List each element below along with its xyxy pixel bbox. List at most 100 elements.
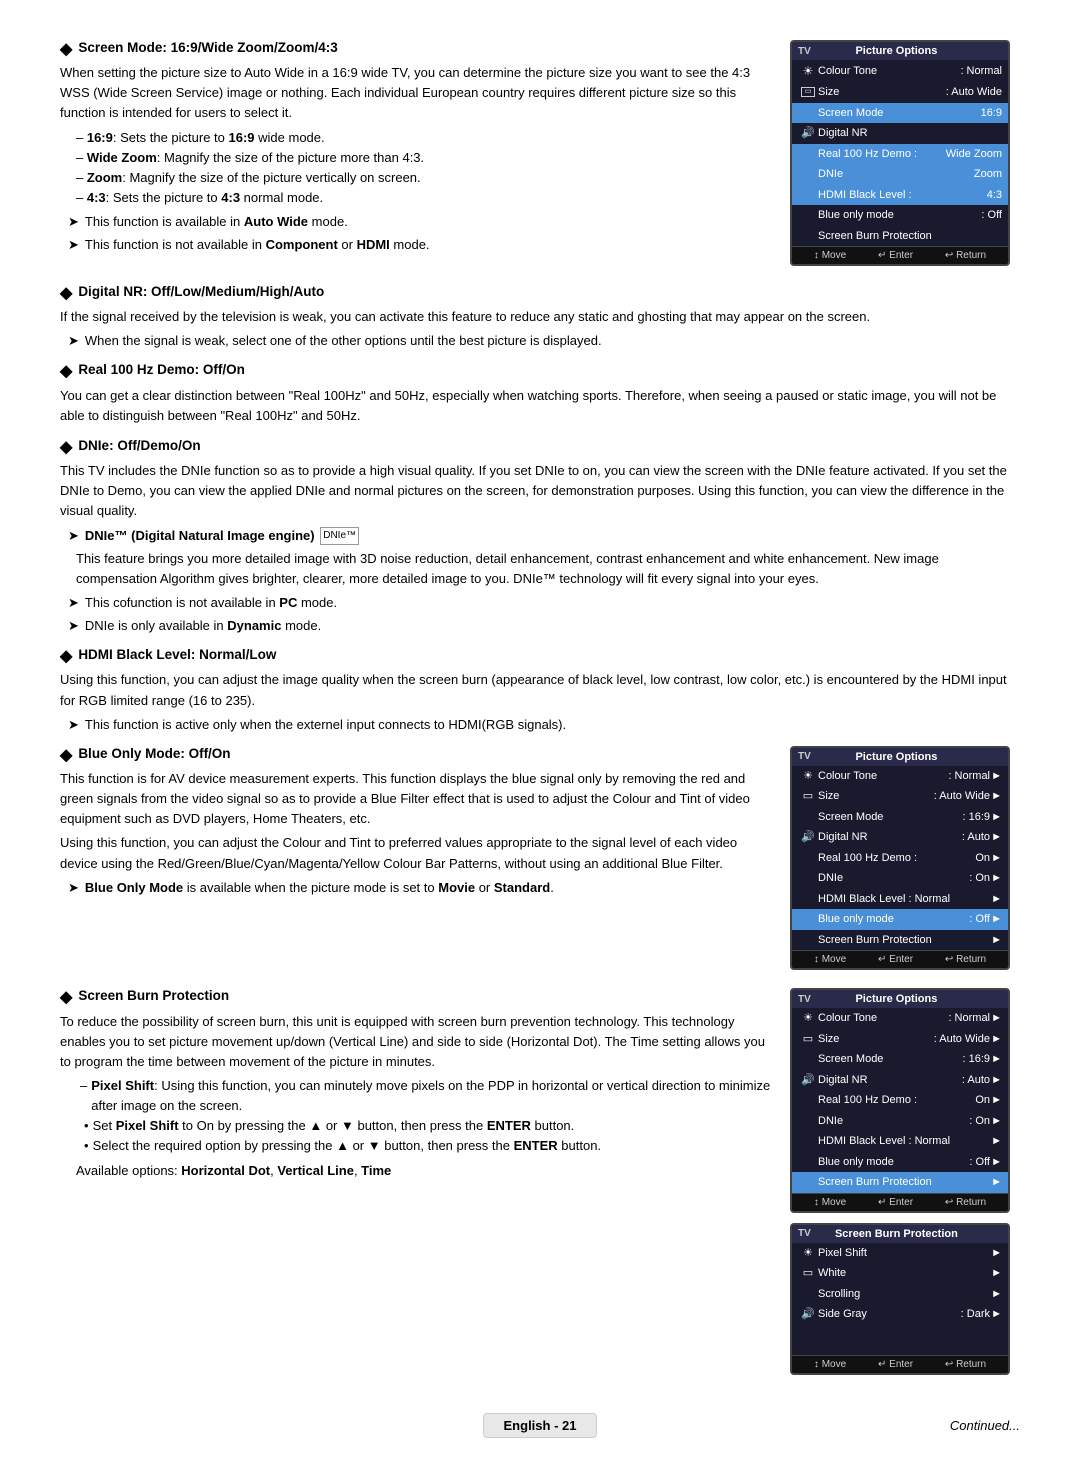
tv-panel-header-3: TV Picture Options	[792, 990, 1008, 1008]
tv-panel-footer-2: ↕ Move ↵ Enter ↩ Return	[792, 950, 1008, 968]
real-100hz-para: You can get a clear distinction between …	[60, 386, 1020, 426]
dnie-sub-heading-row: ➤ DNIe™ (Digital Natural Image engine) D…	[68, 526, 1020, 546]
english-badge: English - 21	[483, 1413, 598, 1438]
continued-label: Continued...	[950, 1418, 1020, 1433]
tv-osd-panel-3: TV Picture Options ☀ Colour Tone : Norma…	[790, 988, 1010, 1213]
page-bottom: English - 21 Continued...	[60, 1413, 1020, 1438]
note-2: ➤ This function is not available in Comp…	[68, 235, 774, 255]
tv-row: ▭ Size : Auto Wide	[792, 82, 1008, 103]
tv-row: DNIe : On ►	[792, 1111, 1008, 1132]
note-1: ➤ This function is available in Auto Wid…	[68, 212, 774, 232]
blue-only-text: ◆ Blue Only Mode: Off/On This function i…	[60, 746, 774, 901]
blue-only-para-1: This function is for AV device measureme…	[60, 769, 774, 829]
screen-burn-text: ◆ Screen Burn Protection To reduce the p…	[60, 988, 774, 1184]
tv-row: Screen Mode : 16:9 ►	[792, 1049, 1008, 1070]
hdmi-black-para: Using this function, you can adjust the …	[60, 670, 1020, 710]
tv-panel-header-4: TV Screen Burn Protection	[792, 1225, 1008, 1243]
tv-row: ☀ Colour Tone : Normal	[792, 60, 1008, 82]
tv-row-highlighted-3: Screen Burn Protection ►	[792, 1172, 1008, 1193]
tv-row: HDMI Black Level : Normal ►	[792, 889, 1008, 910]
tv-row-highlighted: DNIe Zoom	[792, 164, 1008, 185]
tv-panel-footer-3: ↕ Move ↵ Enter ↩ Return	[792, 1193, 1008, 1211]
screen-mode-para: When setting the picture size to Auto Wi…	[60, 63, 774, 123]
tv-row: Real 100 Hz Demo : On ►	[792, 848, 1008, 869]
dnie-section: ◆ DNIe: Off/Demo/On This TV includes the…	[60, 438, 1020, 639]
real-100hz-section: ◆ Real 100 Hz Demo: Off/On You can get a…	[60, 362, 1020, 429]
tv-row: ▭ White ►	[792, 1263, 1008, 1284]
real-100hz-heading: ◆ Real 100 Hz Demo: Off/On	[60, 362, 1020, 381]
tv-panel-footer: ↕ Move ↵ Enter ↩ Return	[792, 246, 1008, 264]
dnie-badge: DNIe™	[320, 527, 359, 545]
hdmi-black-section: ◆ HDMI Black Level: Normal/Low Using thi…	[60, 647, 1020, 738]
list-item: – 4:3: Sets the picture to 4:3 normal mo…	[76, 188, 774, 208]
dnie-para: This TV includes the DNIe function so as…	[60, 461, 1020, 521]
nr-icon-2: 🔊	[801, 829, 815, 846]
screen-mode-section: ◆ Screen Mode: 16:9/Wide Zoom/Zoom/4:3 W…	[60, 40, 1020, 274]
tv-row: Scrolling ►	[792, 1284, 1008, 1305]
size-icon-4: ▭	[803, 1265, 813, 1282]
tv-row: ▭ Size : Auto Wide ►	[792, 1029, 1008, 1050]
tv-row: ▭ Size : Auto Wide ►	[792, 786, 1008, 807]
tv-row: ☀ Colour Tone : Normal ►	[792, 766, 1008, 787]
dot-item-1: • Set Pixel Shift to On by pressing the …	[84, 1116, 774, 1136]
nr-icon: 🔊	[801, 125, 815, 142]
note-7: ➤ Blue Only Mode is available when the p…	[68, 878, 774, 898]
note-3: ➤ When the signal is weak, select one of…	[68, 331, 1020, 351]
screen-burn-heading: ◆ Screen Burn Protection	[60, 988, 774, 1007]
digital-nr-section: ◆ Digital NR: Off/Low/Medium/High/Auto I…	[60, 284, 1020, 354]
note-6: ➤ This function is active only when the …	[68, 715, 1020, 735]
tv-osd-panel-4: TV Screen Burn Protection ☀ Pixel Shift …	[790, 1223, 1010, 1375]
screen-burn-section: ◆ Screen Burn Protection To reduce the p…	[60, 988, 1020, 1383]
picture-icon: ☀	[803, 62, 814, 80]
blue-only-section: ◆ Blue Only Mode: Off/On This function i…	[60, 746, 1020, 979]
tv-row-highlighted-2: Blue only mode : Off ►	[792, 909, 1008, 930]
tv-row: 🔊 Side Gray : Dark ►	[792, 1304, 1008, 1325]
size-icon: ▭	[801, 87, 815, 97]
blue-only-panel: TV Picture Options ☀ Colour Tone : Norma…	[790, 746, 1020, 979]
tv-row: Blue only mode : Off ►	[792, 1152, 1008, 1173]
tv-panel-footer-4: ↕ Move ↵ Enter ↩ Return	[792, 1355, 1008, 1373]
tv-row-highlighted: HDMI Black Level : 4:3	[792, 185, 1008, 206]
dnie-sub-para: This feature brings you more detailed im…	[76, 549, 1020, 589]
tv-row: DNIe : On ►	[792, 868, 1008, 889]
tv-row: Real 100 Hz Demo : On ►	[792, 1090, 1008, 1111]
size-icon-3: ▭	[803, 1031, 813, 1048]
list-item: – Wide Zoom: Magnify the size of the pic…	[76, 148, 774, 168]
tv-panel-header: TV Picture Options	[792, 42, 1008, 60]
available-options: Available options: Horizontal Dot, Verti…	[76, 1161, 774, 1181]
tv-osd-panel-1: TV Picture Options ☀ Colour Tone : Norma…	[790, 40, 1010, 266]
screen-mode-list: – 16:9: Sets the picture to 16:9 wide mo…	[76, 128, 774, 209]
nr-icon-3: 🔊	[801, 1072, 815, 1089]
size-icon-2: ▭	[803, 788, 813, 805]
nr-icon-4: 🔊	[801, 1306, 815, 1323]
blue-only-para-2: Using this function, you can adjust the …	[60, 833, 774, 873]
dot-item-2: • Select the required option by pressing…	[84, 1136, 774, 1156]
tv-row-highlighted: Real 100 Hz Demo : Wide Zoom	[792, 144, 1008, 165]
digital-nr-para: If the signal received by the television…	[60, 307, 1020, 327]
tv-row: HDMI Black Level : Normal ►	[792, 1131, 1008, 1152]
note-4: ➤ This cofunction is not available in PC…	[68, 593, 1020, 613]
picture-icon-3: ☀	[803, 1010, 813, 1027]
page: ◆ Screen Mode: 16:9/Wide Zoom/Zoom/4:3 W…	[60, 40, 1020, 1438]
list-item: – 16:9: Sets the picture to 16:9 wide mo…	[76, 128, 774, 148]
screen-mode-panel: TV Picture Options ☀ Colour Tone : Norma…	[790, 40, 1020, 274]
tv-row: Screen Burn Protection	[792, 226, 1008, 247]
screen-burn-panels: TV Picture Options ☀ Colour Tone : Norma…	[790, 988, 1020, 1383]
tv-row: 🔊 Digital NR : Auto ►	[792, 827, 1008, 848]
picture-icon-4: ☀	[803, 1245, 813, 1262]
tv-row: Blue only mode : Off	[792, 205, 1008, 226]
pixel-shift-item: – Pixel Shift: Using this function, you …	[80, 1076, 774, 1116]
tv-row: ☀ Pixel Shift ►	[792, 1243, 1008, 1264]
tv-row: ☀ Colour Tone : Normal ►	[792, 1008, 1008, 1029]
screen-mode-heading: ◆ Screen Mode: 16:9/Wide Zoom/Zoom/4:3	[60, 40, 774, 59]
hdmi-black-heading: ◆ HDMI Black Level: Normal/Low	[60, 647, 1020, 666]
tv-row: 🔊 Digital NR : Auto ►	[792, 1070, 1008, 1091]
tv-row: Screen Mode : 16:9 ►	[792, 807, 1008, 828]
digital-nr-heading: ◆ Digital NR: Off/Low/Medium/High/Auto	[60, 284, 1020, 303]
tv-osd-panel-2: TV Picture Options ☀ Colour Tone : Norma…	[790, 746, 1010, 971]
tv-row: Screen Burn Protection ►	[792, 930, 1008, 951]
blue-only-heading: ◆ Blue Only Mode: Off/On	[60, 746, 774, 765]
screen-burn-para: To reduce the possibility of screen burn…	[60, 1012, 774, 1072]
screen-mode-text: ◆ Screen Mode: 16:9/Wide Zoom/Zoom/4:3 W…	[60, 40, 774, 258]
tv-row: 🔊 Digital NR	[792, 123, 1008, 144]
